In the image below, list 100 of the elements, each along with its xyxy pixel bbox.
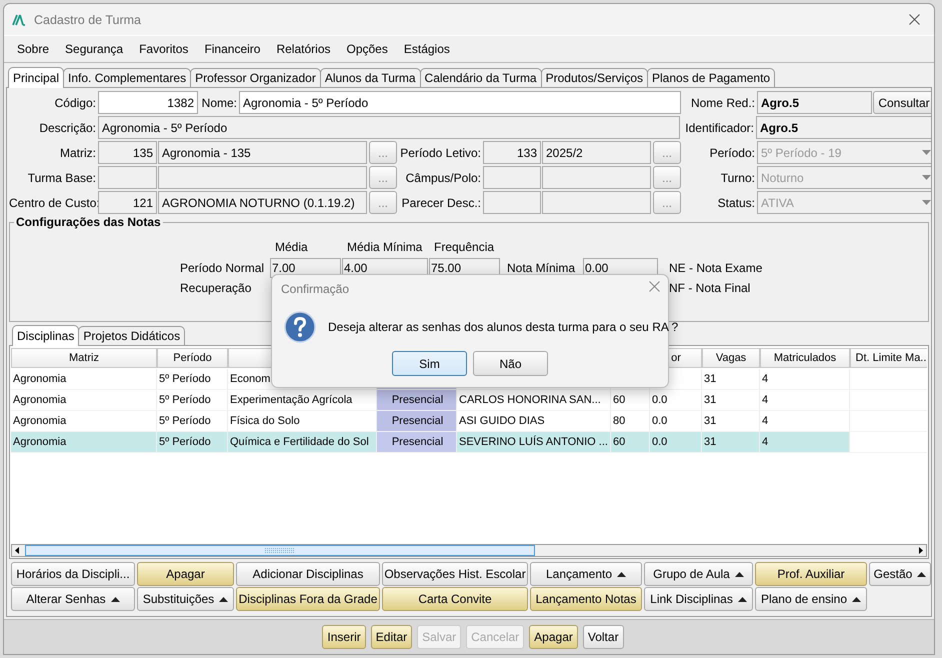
- toolbar-button[interactable]: Inserir: [322, 625, 366, 649]
- caret-icon: [738, 596, 747, 602]
- table-cell: 4: [760, 432, 850, 453]
- action-button[interactable]: Substituições: [137, 587, 234, 611]
- table-cell: Presencial: [377, 411, 457, 432]
- close-icon[interactable]: [649, 281, 660, 292]
- action-button[interactable]: Disciplinas Fora da Grade: [236, 587, 380, 611]
- toolbar-button[interactable]: Editar: [370, 625, 412, 649]
- tab[interactable]: Projetos Didáticos: [78, 326, 186, 345]
- menu-item[interactable]: Relatórios: [268, 42, 338, 56]
- column-label: Média Mínima: [346, 240, 424, 255]
- code-field[interactable]: [483, 166, 541, 189]
- menu-item[interactable]: Estágios: [396, 42, 458, 56]
- dialog-title: Confirmação: [281, 282, 350, 296]
- dialog-button[interactable]: Sim: [392, 351, 467, 376]
- tab[interactable]: Disciplinas: [12, 325, 80, 346]
- text-field[interactable]: Agro.5: [756, 116, 931, 139]
- dialog-button[interactable]: Não: [473, 351, 548, 376]
- code-field[interactable]: 133: [483, 141, 541, 164]
- scrollbar-thumb[interactable]: [25, 545, 535, 556]
- row-label: Recuperação: [180, 281, 252, 295]
- code-field[interactable]: 121: [98, 191, 157, 214]
- column-label: Média: [274, 240, 309, 255]
- menu-item[interactable]: Segurança: [57, 42, 132, 56]
- text-field[interactable]: AGRONOMIA NOTURNO (0.1.19.2): [158, 191, 367, 214]
- action-button[interactable]: Alterar Senhas: [11, 587, 135, 611]
- toolbar-button[interactable]: Voltar: [582, 625, 624, 649]
- column-label: Frequência: [433, 240, 496, 255]
- field-label: Centro de Custo:: [9, 196, 97, 210]
- field-label: Identificador:: [684, 120, 755, 134]
- text-field[interactable]: Agro.5: [757, 91, 872, 114]
- action-button[interactable]: Link Disciplinas: [644, 587, 753, 611]
- dropdown-arrow-icon: [922, 200, 931, 205]
- menu-item[interactable]: Sobre: [9, 42, 58, 56]
- action-button[interactable]: Lançamento Notas: [530, 587, 642, 611]
- action-button[interactable]: Horários da Discipli...: [11, 562, 135, 586]
- table-cell: SEVERINO LUÍS ANTONIO ...: [457, 432, 611, 453]
- text-field[interactable]: Agronomia - 5º Período: [98, 116, 680, 139]
- table-cell: 60: [611, 432, 650, 453]
- table-cell: 60: [611, 390, 650, 411]
- column-header[interactable]: Vagas: [702, 348, 760, 368]
- text-field[interactable]: 2025/2: [542, 141, 651, 164]
- action-button[interactable]: Carta Convite: [382, 587, 528, 611]
- consultar-button[interactable]: Consultar: [873, 91, 931, 114]
- grip-icon: [265, 548, 295, 554]
- tab[interactable]: Info. Complementares: [63, 68, 192, 87]
- text-field[interactable]: [542, 191, 651, 214]
- horizontal-scrollbar[interactable]: [11, 544, 927, 557]
- close-icon[interactable]: [909, 14, 920, 25]
- menu-item[interactable]: Opções: [338, 42, 396, 56]
- field-label: Descrição:: [38, 120, 97, 134]
- column-header[interactable]: Matriz: [11, 348, 157, 368]
- tab[interactable]: Planos de Pagamento: [647, 68, 776, 87]
- table-cell: Agronomia: [11, 432, 157, 453]
- menu-item[interactable]: Financeiro: [196, 42, 268, 56]
- table-cell: 5º Período: [157, 390, 228, 411]
- action-button[interactable]: Lançamento: [530, 562, 642, 586]
- code-field[interactable]: [98, 166, 157, 189]
- caret-icon: [219, 596, 228, 602]
- action-button[interactable]: Observações Hist. Escolar: [382, 562, 528, 586]
- column-header[interactable]: Dt. Limite Ma...: [850, 348, 927, 368]
- table-cell: 0.0: [650, 390, 702, 411]
- field-label: Nome:: [200, 96, 238, 110]
- menu-item[interactable]: Favoritos: [131, 42, 196, 56]
- field-label: Período:: [708, 146, 756, 160]
- field-label: Status:: [716, 196, 756, 210]
- row-label: Período Normal: [180, 261, 266, 275]
- action-button[interactable]: Gestão: [869, 562, 931, 586]
- column-header[interactable]: Matriculados: [760, 348, 850, 368]
- field-label: Período Letivo:: [399, 146, 482, 160]
- window-title: Cadastro de Turma: [34, 12, 142, 26]
- field-label: Nome Red.:: [690, 96, 756, 110]
- table-cell: Agronomia: [11, 369, 157, 390]
- code-field[interactable]: 135: [98, 141, 157, 164]
- action-button[interactable]: Adicionar Disciplinas: [236, 562, 380, 586]
- tab[interactable]: Professor Organizador: [190, 68, 321, 87]
- text-field[interactable]: 1382: [98, 91, 198, 114]
- text-field[interactable]: Agronomia - 135: [158, 141, 367, 164]
- table-cell: 5º Período: [157, 369, 228, 390]
- action-button[interactable]: Plano de ensino: [755, 587, 867, 611]
- text-field[interactable]: [542, 166, 651, 189]
- table-cell: 4: [760, 390, 850, 411]
- legend-text: NF - Nota Final: [668, 281, 752, 295]
- action-button[interactable]: Grupo de Aula: [644, 562, 753, 586]
- text-field[interactable]: Agronomia - 5º Período: [239, 91, 681, 114]
- tab[interactable]: Produtos/Serviços: [540, 68, 648, 87]
- field-label: Matriz:: [59, 146, 97, 160]
- table-cell: Presencial: [377, 390, 457, 411]
- legend-text: NE - Nota Exame: [668, 261, 764, 275]
- tab[interactable]: Principal: [8, 67, 64, 88]
- column-header[interactable]: Período: [157, 348, 228, 368]
- code-field[interactable]: [483, 191, 541, 214]
- table-cell: CARLOS HONORINA SAN...: [457, 390, 611, 411]
- action-button[interactable]: Apagar: [137, 562, 234, 586]
- text-field[interactable]: [158, 166, 367, 189]
- group-title: Configurações das Notas: [14, 215, 163, 229]
- action-button[interactable]: Prof. Auxiliar: [755, 562, 867, 586]
- dropdown-arrow-icon: [922, 150, 931, 155]
- toolbar-button[interactable]: Apagar: [529, 625, 578, 649]
- field-label: Turno:: [720, 170, 756, 184]
